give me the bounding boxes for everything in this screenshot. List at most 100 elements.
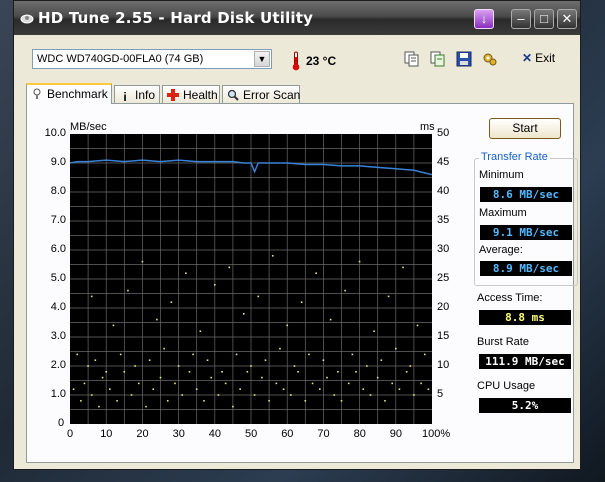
x-tick-label: 80 (353, 428, 366, 440)
access-time-point (127, 289, 129, 292)
access-time-point (94, 359, 97, 361)
access-time-point (257, 295, 260, 298)
exit-button[interactable]: ✕ Exit (522, 51, 555, 65)
left-tick-label: 10.0 (44, 127, 66, 139)
access-time-point (413, 394, 415, 396)
average-value: 8.9 MB/sec (480, 261, 572, 276)
cpu-usage-value: 5.2% (479, 398, 571, 413)
maximize-button[interactable]: □ (534, 9, 554, 29)
left-tick-label: 8.0 (50, 185, 66, 197)
left-tick-label: 6.0 (50, 243, 66, 255)
right-tick-label: 5 (437, 388, 444, 400)
health-icon (167, 89, 179, 101)
access-time-point (123, 371, 126, 373)
access-time-point (315, 272, 317, 274)
error-scan-icon (227, 89, 239, 101)
access-time-point (112, 324, 115, 327)
access-time-point (109, 388, 111, 390)
chevron-down-icon[interactable]: ▼ (254, 51, 270, 67)
access-time-point (376, 376, 379, 379)
access-time-point (228, 266, 231, 269)
minimize-button[interactable]: – (511, 9, 531, 29)
x-tick-label: 40 (208, 428, 222, 440)
maximum-label: Maximum (479, 207, 527, 219)
access-time-point (156, 318, 158, 321)
copy-icon[interactable] (404, 51, 420, 67)
left-tick-label: 2.0 (50, 359, 66, 371)
access-time-point (203, 400, 205, 402)
access-time-point (344, 289, 346, 292)
access-time-point (116, 400, 118, 402)
x-tick-label: 10 (100, 428, 113, 440)
access-time-point (246, 371, 249, 373)
access-time-point (90, 295, 93, 298)
access-time-point (105, 371, 107, 373)
access-time-point (72, 388, 75, 390)
access-time-point (235, 353, 238, 356)
access-time-point (221, 371, 223, 373)
access-time-point (199, 330, 202, 332)
tab-benchmark[interactable]: Benchmark (26, 83, 112, 104)
options-icon[interactable] (482, 51, 498, 67)
x-tick-label: 30 (172, 428, 185, 440)
transfer-rate-group: Transfer Rate Minimum 8.6 MB/sec Maximum… (474, 151, 578, 286)
access-time-point (373, 330, 375, 332)
access-time-point (427, 388, 430, 390)
access-time-point (210, 376, 212, 379)
access-time-point (337, 371, 339, 373)
access-time-value: 8.8 ms (479, 310, 571, 325)
access-time-point (253, 394, 256, 396)
access-time-point (351, 353, 354, 356)
access-time-point (322, 359, 325, 361)
access-time-point (242, 313, 245, 315)
tab-health-label: Health (183, 88, 218, 102)
access-time-point (347, 382, 350, 385)
access-time-point (87, 365, 89, 367)
access-time-point (224, 382, 227, 385)
access-time-point (293, 365, 296, 367)
access-time-point (206, 359, 209, 361)
access-time-point (362, 388, 365, 390)
access-time-point (264, 359, 267, 361)
right-tick-label: 20 (437, 301, 450, 313)
benchmark-graph (70, 134, 432, 424)
benchmark-icon (33, 88, 41, 99)
temperature-readout: 23 °C (306, 54, 337, 68)
transfer-rate-title: Transfer Rate (479, 151, 550, 163)
access-time-point (358, 260, 361, 263)
access-time-point (423, 353, 426, 356)
access-time-point (76, 353, 79, 356)
copy-all-icon[interactable] (430, 51, 446, 67)
access-time-point (279, 347, 281, 350)
right-tick-label: 40 (437, 185, 450, 197)
access-time-point (232, 405, 234, 408)
access-time-point (369, 394, 372, 396)
access-time-point (170, 301, 173, 303)
left-tick-label: 5.0 (50, 272, 66, 284)
access-time-point (380, 359, 383, 361)
access-time-point (311, 382, 314, 385)
tab-error-scan[interactable]: Error Scan (222, 85, 300, 103)
tab-info[interactable]: i Info (114, 85, 160, 103)
close-button[interactable]: ✕ (557, 9, 577, 29)
x-tick-label: 50 (245, 428, 258, 440)
access-time-point (391, 382, 393, 385)
start-button[interactable]: Start (489, 118, 561, 139)
benchmark-panel: MB/sec ms Start Transfer Rate Minimum 8.… (26, 103, 578, 463)
access-time-point (420, 382, 422, 385)
access-time-point (398, 388, 401, 390)
access-time-point (90, 394, 93, 396)
access-time-point (80, 400, 82, 402)
download-icon[interactable]: ↓ (474, 9, 494, 29)
burst-rate-value: 111.9 MB/sec (479, 354, 571, 369)
save-icon[interactable] (456, 51, 472, 67)
burst-rate-label: Burst Rate (477, 336, 529, 348)
right-tick-label: 35 (437, 214, 450, 226)
tab-health[interactable]: Health (162, 85, 220, 103)
access-time-point (268, 400, 270, 402)
drive-select[interactable]: WDC WD740GD-00FLA0 (74 GB) ▼ (32, 49, 272, 69)
left-axis-unit: MB/sec (70, 121, 107, 133)
access-time-point (163, 347, 165, 350)
tab-info-label: Info (135, 88, 156, 102)
right-tick-label: 30 (437, 243, 450, 255)
